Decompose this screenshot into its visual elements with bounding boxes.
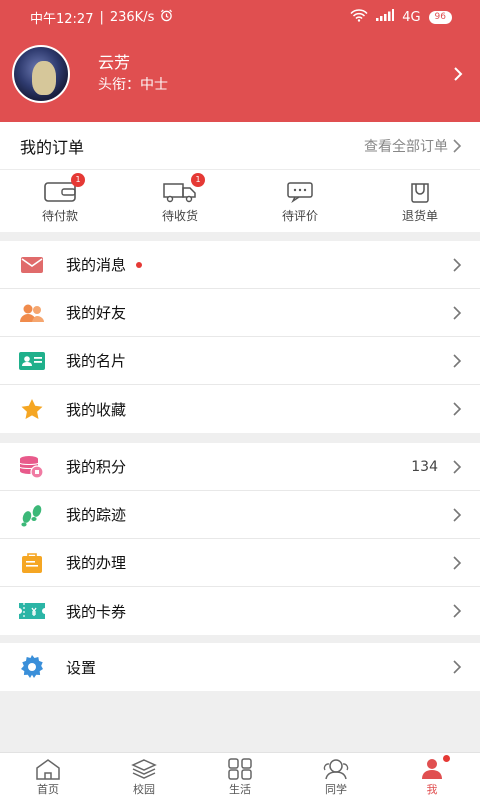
- coins-icon: [19, 455, 44, 479]
- tab-home[interactable]: 首页: [0, 753, 96, 800]
- people-icon: [323, 758, 349, 779]
- grid-icon: [228, 757, 252, 780]
- tab-label: 同学: [325, 782, 347, 796]
- menu-item-label: 我的踪迹: [66, 506, 127, 524]
- home-icon: [36, 758, 60, 780]
- orders-section: 我的订单 查看全部订单 1 待付款 1 待收货 待评价 退货单: [0, 122, 480, 232]
- signal-icon: [376, 9, 395, 25]
- tab-label: 我: [426, 782, 438, 796]
- chevron-right-icon: [453, 257, 462, 272]
- profile-header: 中午12:27 | 236K/s 4G 96 云芳 头衔：中士: [0, 0, 480, 122]
- status-bar: 中午12:27 | 236K/s 4G 96: [0, 0, 480, 34]
- battery-indicator: 96: [428, 10, 452, 24]
- menu-item-label: 我的积分: [66, 458, 127, 476]
- tab-label: 生活: [229, 782, 251, 796]
- menu-item-points[interactable]: 我的积分 134: [0, 443, 480, 491]
- mail-icon: [21, 256, 43, 273]
- order-tab-pending-receipt[interactable]: 1 待收货: [120, 170, 240, 232]
- user-name: 云芳: [98, 53, 131, 72]
- menu-item-messages[interactable]: 我的消息: [0, 241, 480, 289]
- order-tab-label: 退货单: [401, 208, 438, 223]
- orders-title: 我的订单: [20, 137, 85, 157]
- notification-dot: [443, 754, 450, 762]
- unread-dot: [136, 261, 143, 268]
- return-box-icon: [411, 182, 429, 203]
- chevron-right-icon: [453, 555, 462, 570]
- tab-life[interactable]: 生活: [192, 753, 288, 800]
- bottom-tab-bar: 首页 校园 生活 同学 我: [0, 752, 480, 800]
- order-tab-pending-payment[interactable]: 1 待付款: [0, 170, 120, 232]
- menu-item-coupons[interactable]: 我的卡券: [0, 587, 480, 635]
- chevron-right-icon[interactable]: [448, 64, 468, 84]
- tab-classmates[interactable]: 同学: [288, 753, 384, 800]
- status-speed: 236K/s: [109, 9, 155, 25]
- badge-count: 1: [191, 172, 205, 187]
- order-tab-label: 待收货: [161, 208, 198, 223]
- tab-label: 首页: [37, 782, 59, 796]
- coupon-icon: [19, 603, 45, 619]
- status-separator: |: [99, 9, 104, 25]
- order-tab-label: 待付款: [41, 208, 78, 223]
- menu-item-label: 我的收藏: [66, 400, 127, 419]
- menu-item-label: 我的好友: [66, 304, 127, 322]
- avatar-face: [32, 61, 56, 95]
- profile-info: 云芳 头衔：中士: [98, 52, 448, 96]
- comment-icon: [287, 181, 313, 203]
- orders-header: 我的订单 查看全部订单: [0, 122, 480, 170]
- tab-campus[interactable]: 校园: [96, 753, 192, 800]
- view-all-orders-link[interactable]: 查看全部订单: [364, 136, 462, 156]
- footprint-icon: [21, 504, 42, 526]
- gear-icon: [21, 655, 43, 678]
- tab-me[interactable]: 我: [384, 753, 480, 800]
- order-tab-returns[interactable]: 退货单: [360, 170, 480, 232]
- menu-item-business-card[interactable]: 我的名片: [0, 337, 480, 385]
- user-title: 头衔：中士: [98, 77, 168, 93]
- menu-group-social: 我的消息 我的好友 我的名片 我的收藏: [0, 241, 480, 433]
- tab-label: 校园: [133, 782, 155, 796]
- chevron-right-icon: [453, 507, 462, 522]
- chevron-right-icon: [453, 402, 462, 416]
- chevron-right-icon: [453, 305, 462, 320]
- friends-icon: [20, 304, 44, 322]
- chevron-right-icon: [453, 138, 462, 153]
- id-card-icon: [19, 351, 45, 370]
- view-all-orders-label: 查看全部订单: [364, 138, 448, 155]
- order-tab-label: 待评价: [281, 208, 318, 223]
- menu-item-favorites[interactable]: 我的收藏: [0, 385, 480, 433]
- chevron-right-icon: [453, 353, 462, 368]
- order-tab-pending-review[interactable]: 待评价: [240, 170, 360, 232]
- points-value: 134: [411, 458, 438, 475]
- menu-item-label: 我的消息: [66, 256, 127, 274]
- menu-item-label: 我的名片: [66, 352, 127, 370]
- menu-item-label: 我的卡券: [66, 602, 127, 621]
- menu-item-handling[interactable]: 我的办理: [0, 539, 480, 587]
- chevron-right-icon: [453, 604, 462, 618]
- network-type: 4G: [402, 9, 421, 25]
- layers-icon: [131, 758, 157, 779]
- menu-item-friends[interactable]: 我的好友: [0, 289, 480, 337]
- chevron-right-icon: [453, 660, 462, 674]
- wifi-icon: [350, 8, 368, 26]
- person-icon: [422, 758, 442, 779]
- profile-card[interactable]: 云芳 头衔：中士: [12, 45, 468, 103]
- menu-item-label: 我的办理: [66, 554, 127, 572]
- briefcase-icon: [22, 552, 42, 573]
- menu-item-label: 设置: [66, 658, 97, 677]
- chevron-right-icon: [453, 459, 462, 474]
- menu-group-account: 我的积分 134 我的踪迹 我的办理 我的卡券: [0, 443, 480, 635]
- order-status-tabs: 1 待付款 1 待收货 待评价 退货单: [0, 170, 480, 232]
- alarm-icon: [160, 9, 173, 26]
- star-icon: [21, 399, 43, 419]
- status-time: 中午12:27: [30, 11, 94, 27]
- menu-group-settings: 设置: [0, 643, 480, 691]
- menu-item-footprints[interactable]: 我的踪迹: [0, 491, 480, 539]
- avatar[interactable]: [12, 45, 70, 103]
- menu-item-settings[interactable]: 设置: [0, 643, 480, 691]
- badge-count: 1: [71, 172, 85, 187]
